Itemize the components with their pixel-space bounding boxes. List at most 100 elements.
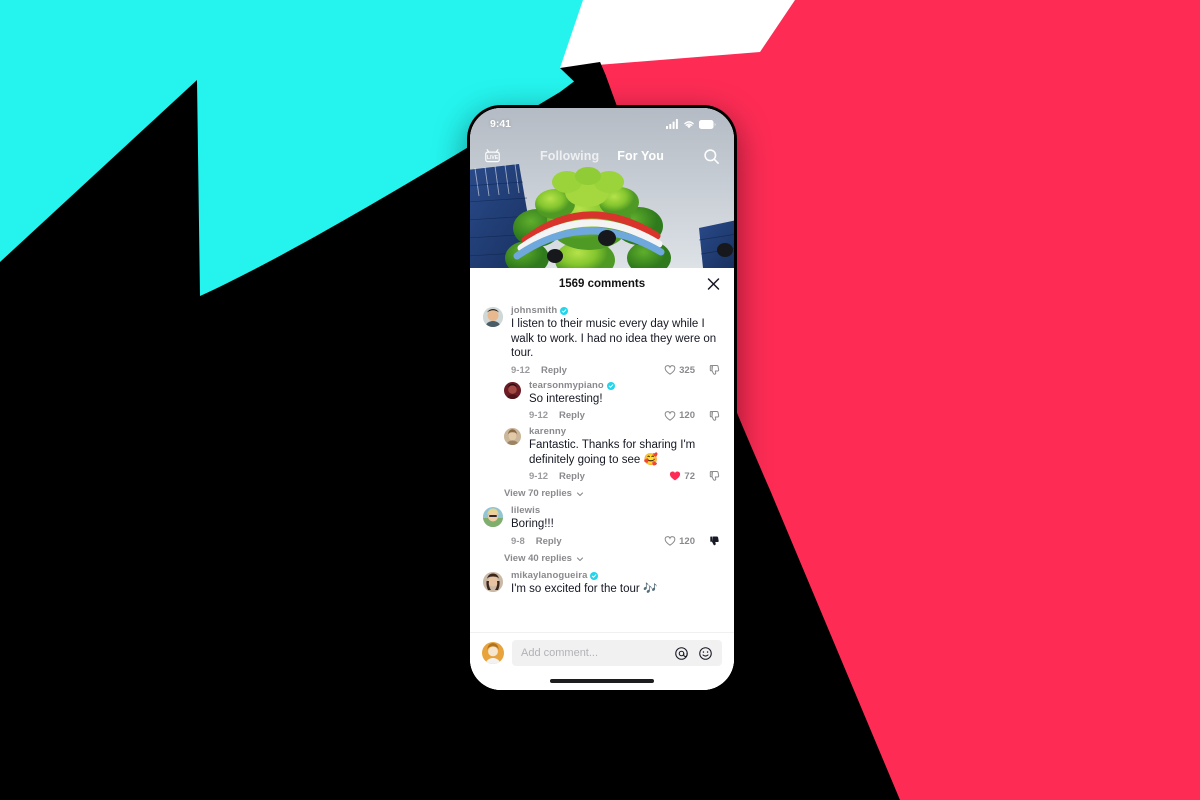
view-replies-label: View 70 replies xyxy=(504,488,572,500)
comment-text: So interesting! xyxy=(529,393,603,406)
comment-item[interactable]: lilewis Boring!!! 9-8 Reply 120 xyxy=(470,501,734,547)
comments-list[interactable]: johnsmith I listen to their music every … xyxy=(470,299,734,632)
dislike-button[interactable] xyxy=(709,470,721,482)
tab-for-you[interactable]: For You xyxy=(617,149,664,163)
verified-badge-icon xyxy=(560,306,569,315)
avatar-image xyxy=(504,382,521,400)
dislike-button[interactable] xyxy=(709,535,721,547)
avatar-image xyxy=(483,307,503,327)
avatar[interactable] xyxy=(483,572,503,593)
like-button[interactable]: 120 xyxy=(664,535,695,547)
comments-count-title: 1569 comments xyxy=(558,277,646,290)
comment-actions: 325 xyxy=(664,364,721,376)
like-button[interactable]: 72 xyxy=(669,470,695,482)
reply-button[interactable]: Reply xyxy=(541,365,567,376)
svg-text:LIVE: LIVE xyxy=(487,154,499,160)
comment-actions: 72 xyxy=(669,470,721,482)
thumbs-down-outline-icon xyxy=(709,471,720,481)
thumbs-down-outline-icon xyxy=(709,410,720,421)
battery-icon xyxy=(699,119,716,129)
nav-tabs: Following For You xyxy=(502,149,702,163)
like-button[interactable]: 120 xyxy=(664,410,695,422)
avatar[interactable] xyxy=(504,427,521,445)
live-icon[interactable]: LIVE xyxy=(483,147,502,166)
comment-actions: 120 xyxy=(664,535,721,547)
verified-badge-icon xyxy=(590,571,599,580)
avatar[interactable] xyxy=(504,382,521,400)
avatar-image xyxy=(483,507,503,528)
search-icon[interactable] xyxy=(702,147,721,166)
home-indicator[interactable] xyxy=(550,679,654,683)
current-user-avatar[interactable] xyxy=(482,642,504,664)
dislike-button[interactable] xyxy=(709,410,721,422)
comment-date: 9-8 xyxy=(511,535,525,547)
input-actions xyxy=(666,646,713,661)
like-count: 120 xyxy=(679,535,695,547)
emoji-smiley-icon[interactable] xyxy=(698,646,713,661)
comment-body: mikaylanogueira I'm so excited for the t… xyxy=(511,570,721,597)
comment-body: karenny Fantastic. Thanks for sharing I'… xyxy=(529,426,721,482)
comment-author-row: karenny xyxy=(529,426,721,437)
comment-author-row: tearsonmypiano xyxy=(529,380,721,391)
view-replies-button[interactable]: View 40 replies xyxy=(470,547,734,566)
phone-screen: 9:41 LIVE Following For You 1569 comment… xyxy=(470,108,734,690)
chevron-down-icon xyxy=(576,556,584,561)
comments-header: 1569 comments xyxy=(470,268,734,299)
like-button[interactable]: 325 xyxy=(664,364,695,376)
comment-username[interactable]: lilewis xyxy=(511,505,540,516)
comment-username[interactable]: johnsmith xyxy=(511,305,557,316)
comments-sheet: 1569 comments johnsmith I listen to thei… xyxy=(470,268,734,690)
comment-username[interactable]: tearsonmypiano xyxy=(529,380,604,391)
comment-item[interactable]: mikaylanogueira I'm so excited for the t… xyxy=(470,566,734,597)
avatar-image xyxy=(504,427,521,445)
close-icon[interactable] xyxy=(706,276,721,291)
comment-date: 9-12 xyxy=(529,470,549,482)
heart-outline-icon xyxy=(664,536,676,546)
like-count: 325 xyxy=(679,364,695,376)
tab-following[interactable]: Following xyxy=(540,149,599,163)
comment-author-row: lilewis xyxy=(511,505,721,516)
avatar[interactable] xyxy=(483,507,503,528)
comment-username[interactable]: karenny xyxy=(529,426,566,437)
comment-date: 9-12 xyxy=(511,364,531,376)
comment-item[interactable]: karenny Fantastic. Thanks for sharing I'… xyxy=(470,422,734,482)
comment-body: johnsmith I listen to their music every … xyxy=(511,305,721,376)
thumbs-down-outline-icon xyxy=(709,365,720,375)
avatar-image xyxy=(482,642,504,664)
home-indicator-area xyxy=(470,672,734,690)
comment-author-row: mikaylanogueira xyxy=(511,570,721,581)
comment-text: I'm so excited for the tour 🎶 xyxy=(511,583,658,596)
comment-body: lilewis Boring!!! 9-8 Reply 120 xyxy=(511,505,721,547)
heart-outline-icon xyxy=(664,365,676,375)
avatar[interactable] xyxy=(483,307,503,327)
reply-button[interactable]: Reply xyxy=(559,471,585,482)
avatar-image xyxy=(483,572,503,593)
comment-item[interactable]: johnsmith I listen to their music every … xyxy=(470,301,734,376)
phone-mockup: 9:41 LIVE Following For You 1569 comment… xyxy=(467,105,737,693)
comment-item[interactable]: tearsonmypiano So interesting! 9-12 Repl… xyxy=(470,376,734,422)
video-preview[interactable]: 9:41 LIVE Following For You xyxy=(470,108,734,268)
comment-text: I listen to their music every day while … xyxy=(511,318,717,360)
verified-badge-icon xyxy=(606,381,615,390)
comment-username[interactable]: mikaylanogueira xyxy=(511,570,587,581)
comment-body: tearsonmypiano So interesting! 9-12 Repl… xyxy=(529,380,721,422)
comment-input-field[interactable]: Add comment... xyxy=(512,640,722,666)
comment-text: Boring!!! xyxy=(511,518,554,531)
wifi-icon xyxy=(684,121,694,129)
thumbs-down-filled-icon xyxy=(710,536,719,546)
view-replies-button[interactable]: View 70 replies xyxy=(470,482,734,501)
reply-button[interactable]: Reply xyxy=(559,410,585,421)
heart-outline-icon xyxy=(664,411,676,421)
at-mention-icon[interactable] xyxy=(674,646,689,661)
comment-date: 9-12 xyxy=(529,410,549,422)
status-time: 9:41 xyxy=(490,118,512,130)
comment-input-placeholder: Add comment... xyxy=(521,647,599,659)
comment-meta: 9-12 Reply 325 xyxy=(511,364,721,376)
comment-actions: 120 xyxy=(664,410,721,422)
comment-meta: 9-8 Reply 120 xyxy=(511,535,721,547)
cellular-signal-icon xyxy=(666,119,678,129)
comment-meta: 9-12 Reply 72 xyxy=(529,470,721,482)
comment-input-bar: Add comment... xyxy=(470,632,734,672)
dislike-button[interactable] xyxy=(709,364,721,376)
reply-button[interactable]: Reply xyxy=(536,536,562,547)
